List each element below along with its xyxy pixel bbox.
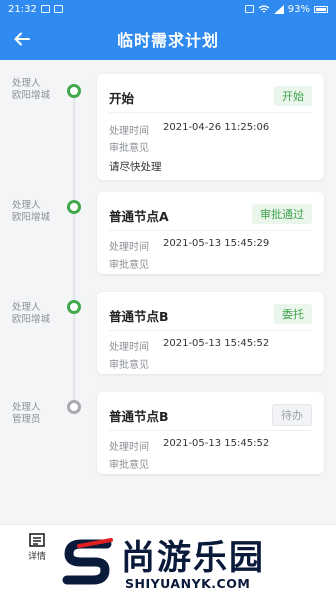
detail-tab[interactable]: 详情 [20, 533, 54, 562]
handler-name: 欧阳增城 [12, 212, 51, 223]
card-divider [109, 430, 312, 431]
node-name: 开始 [109, 91, 135, 106]
status-badge: 审批通过 [252, 204, 312, 224]
status-badge: 开始 [274, 86, 312, 106]
list-icon [29, 533, 45, 547]
approval-card[interactable]: 普通节点A 审批通过 处理时间 2021-05-13 15:45:29 审批意见 [97, 192, 324, 274]
approval-card[interactable]: 开始 开始 处理时间 2021-04-26 11:25:06 审批意见 请尽快处… [97, 74, 324, 180]
battery-icon [314, 5, 328, 13]
time-label: 处理时间 [109, 342, 149, 353]
time-value: 2021-05-13 15:45:29 [163, 238, 270, 249]
time-row: 处理时间 2021-05-13 15:45:29 [109, 238, 269, 253]
opinion-row: 审批意见 [109, 139, 149, 154]
opinion-row: 审批意见 [109, 456, 149, 471]
handler-info: 处理人 欧阳增城 [12, 78, 52, 102]
time-label: 处理时间 [109, 126, 149, 137]
timeline-dot [67, 200, 81, 214]
watermark-s-icon [62, 538, 113, 585]
back-arrow-icon [14, 32, 30, 46]
handler-info: 处理人 管理员 [12, 402, 52, 426]
status-bar: 21:32 93% [0, 0, 336, 18]
battery-percent: 93% [287, 3, 310, 15]
approval-card[interactable]: 普通节点B 待办 处理时间 2021-05-13 15:45:52 审批意见 [97, 392, 324, 474]
time-value: 2021-05-13 15:45:52 [163, 438, 270, 449]
time-value: 2021-05-13 15:45:52 [163, 338, 270, 349]
opinion-text: 请尽快处理 [109, 161, 162, 173]
time-label: 处理时间 [109, 242, 149, 253]
card-divider [109, 330, 312, 331]
node-name: 普通节点B [109, 409, 169, 424]
watermark-logo: 尚游乐园 SHIYUANYK.COM [55, 528, 336, 596]
opinion-label: 审批意见 [109, 360, 149, 371]
time-row: 处理时间 2021-05-13 15:45:52 [109, 438, 269, 453]
time-label: 处理时间 [109, 442, 149, 453]
timeline-line [73, 86, 75, 406]
wifi-icon [258, 4, 270, 12]
handler-label: 处理人 [12, 302, 41, 313]
watermark-brand-cn: 尚游乐园 [121, 538, 265, 578]
timeline-dot [67, 300, 81, 314]
handler-info: 处理人 欧阳增城 [12, 302, 52, 326]
status-time: 21:32 [8, 3, 37, 15]
handler-label: 处理人 [12, 402, 41, 413]
node-name: 普通节点B [109, 309, 169, 324]
app-header: 临时需求计划 [0, 18, 336, 60]
detail-tab-label: 详情 [27, 552, 46, 562]
time-row: 处理时间 2021-05-13 15:45:52 [109, 338, 269, 353]
card-divider [109, 112, 312, 113]
status-badge: 委托 [274, 304, 312, 324]
opinion-row: 审批意见 [109, 356, 149, 371]
opinion-label: 审批意见 [109, 460, 149, 471]
timeline-dot [67, 400, 81, 414]
node-name: 普通节点A [109, 209, 169, 224]
signal-icon [273, 4, 284, 14]
opinion-label: 审批意见 [109, 143, 149, 154]
handler-name: 管理员 [12, 414, 41, 425]
status-badge: 待办 [272, 404, 312, 426]
time-value: 2021-04-26 11:25:06 [163, 122, 270, 133]
app-notification-icon [53, 5, 63, 13]
opinion-label: 审批意见 [109, 260, 149, 271]
watermark-brand-en: SHIYUANYK.COM [125, 576, 251, 591]
handler-label: 处理人 [12, 200, 41, 211]
card-divider [109, 230, 312, 231]
vibrate-icon [244, 5, 254, 13]
back-button[interactable] [10, 27, 34, 51]
handler-name: 欧阳增城 [12, 314, 51, 325]
image-notification-icon [40, 5, 50, 13]
handler-info: 处理人 欧阳增城 [12, 200, 52, 224]
approval-card[interactable]: 普通节点B 委托 处理时间 2021-05-13 15:45:52 审批意见 [97, 292, 324, 374]
opinion-row: 审批意见 [109, 256, 149, 271]
timeline-dot [67, 84, 81, 98]
handler-name: 欧阳增城 [12, 90, 51, 101]
time-row: 处理时间 2021-04-26 11:25:06 [109, 122, 269, 137]
handler-label: 处理人 [12, 78, 41, 89]
page-title: 临时需求计划 [116, 31, 219, 50]
